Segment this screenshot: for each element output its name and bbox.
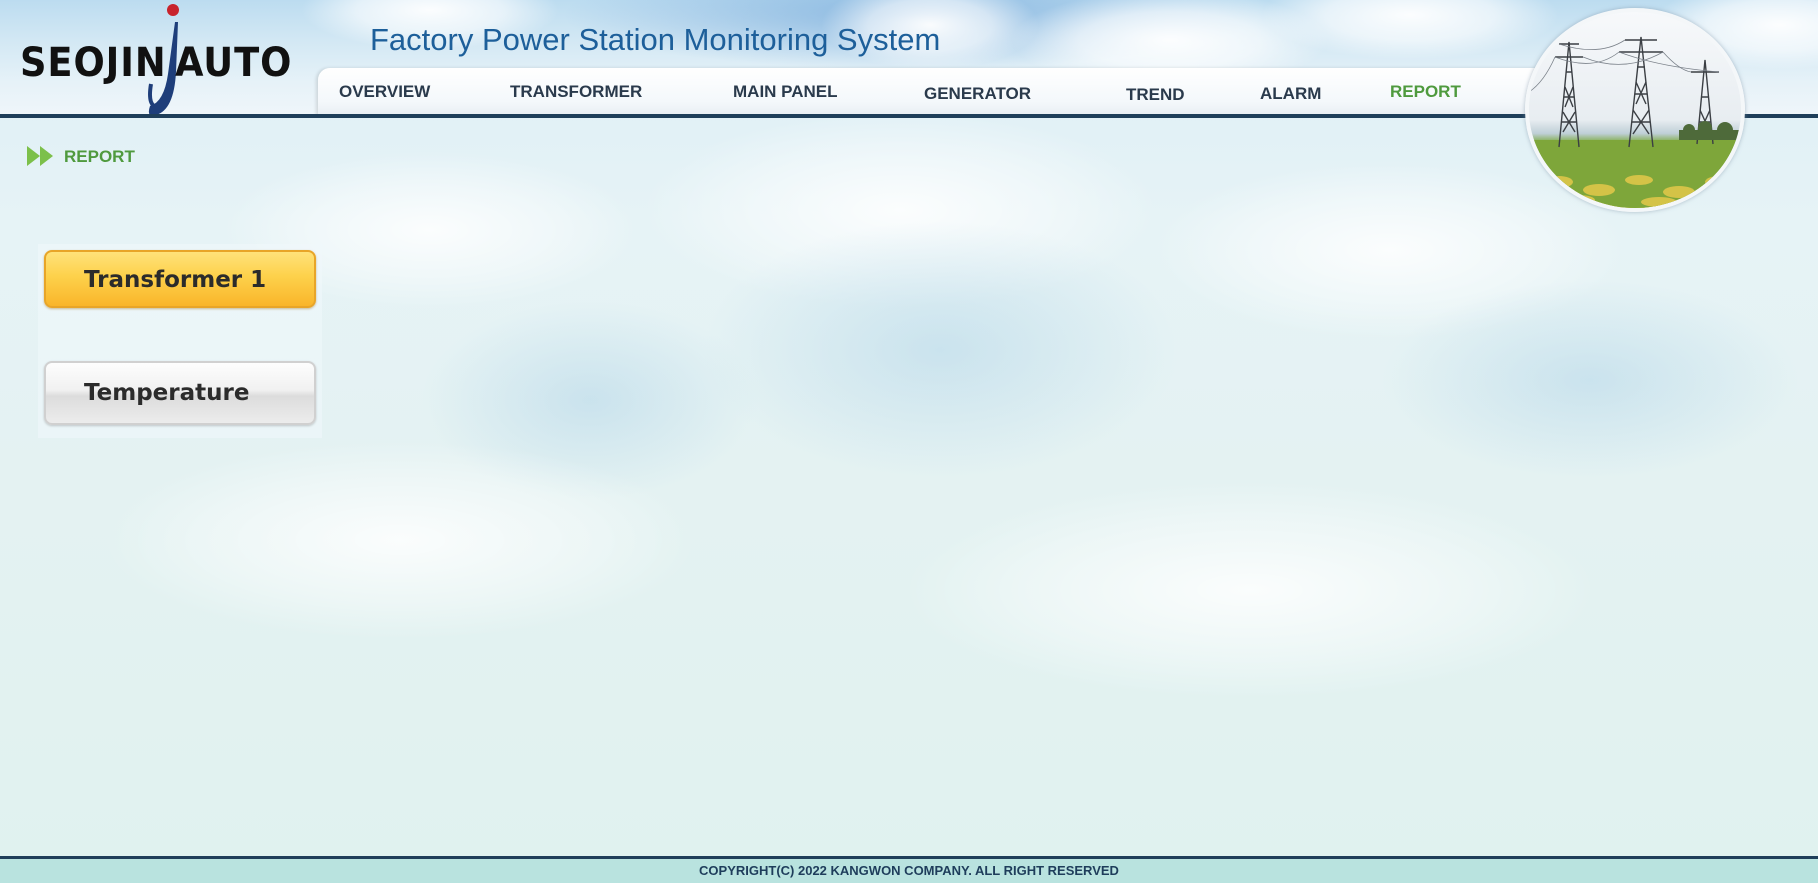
nav-item-alarm[interactable]: ALARM: [1260, 84, 1321, 104]
tower-illustration: [1529, 12, 1741, 208]
double-arrow-icon: [27, 146, 53, 166]
nav-item-overview[interactable]: OVERVIEW: [339, 82, 430, 102]
app-title: Factory Power Station Monitoring System: [370, 22, 941, 57]
background-cloud: [900, 480, 1600, 700]
background-cloud: [1150, 160, 1630, 340]
nav-item-generator[interactable]: GENERATOR: [924, 84, 1031, 104]
nav-item-transformer[interactable]: TRANSFORMER: [510, 82, 642, 102]
transformer-1-button[interactable]: Transformer 1: [44, 250, 316, 308]
background-haze: [420, 300, 760, 500]
nav-item-main-panel[interactable]: MAIN PANEL: [733, 82, 838, 102]
copyright-text: COPYRIGHT(C) 2022 KANGWON COMPANY. ALL R…: [699, 863, 1119, 878]
background-haze: [700, 220, 1180, 480]
main-nav: OVERVIEW TRANSFORMER MAIN PANEL GENERATO…: [318, 68, 1548, 116]
breadcrumb-label: REPORT: [64, 147, 135, 166]
background-cloud: [640, 110, 1160, 310]
footer: COPYRIGHT(C) 2022 KANGWON COMPANY. ALL R…: [0, 856, 1818, 883]
report-menu-panel: Transformer 1 Temperature: [38, 244, 322, 438]
logo-text-right: AUTO: [175, 40, 293, 86]
nav-item-report[interactable]: REPORT: [1390, 82, 1461, 102]
logo-text-left: SEOJIN: [20, 40, 167, 86]
background-haze: [1380, 280, 1800, 480]
nav-item-trend[interactable]: TREND: [1126, 85, 1185, 105]
company-logo: SEOJIN AUTO: [20, 2, 291, 116]
transmission-tower-photo: [1525, 8, 1745, 212]
background-cloud: [100, 440, 700, 640]
temperature-button[interactable]: Temperature: [44, 361, 316, 425]
